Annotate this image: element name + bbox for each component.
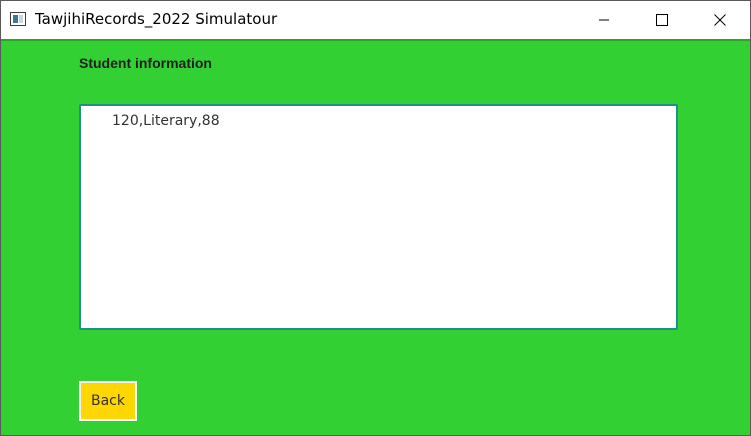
minimize-icon <box>599 19 609 21</box>
close-icon <box>714 14 726 26</box>
student-info-value: 120,Literary,88 <box>112 113 220 129</box>
maximize-icon <box>656 14 668 26</box>
main-content: Student information 120,Literary,88 Back <box>1 39 750 435</box>
window-title: TawjihiRecords_2022 Simulatour <box>35 10 278 28</box>
page-title: Student information <box>79 55 212 71</box>
icon-pane-right <box>19 15 23 23</box>
back-button[interactable]: Back <box>79 381 137 421</box>
icon-pane-left <box>13 15 18 23</box>
app-window: TawjihiRecords_2022 Simulatour Student i… <box>0 0 751 436</box>
maximize-button[interactable] <box>633 1 691 39</box>
minimize-button[interactable] <box>575 1 633 39</box>
close-button[interactable] <box>691 1 749 39</box>
student-info-textbox[interactable]: 120,Literary,88 <box>79 104 678 330</box>
title-bar[interactable]: TawjihiRecords_2022 Simulatour <box>1 1 750 39</box>
application-window-icon <box>10 12 26 26</box>
